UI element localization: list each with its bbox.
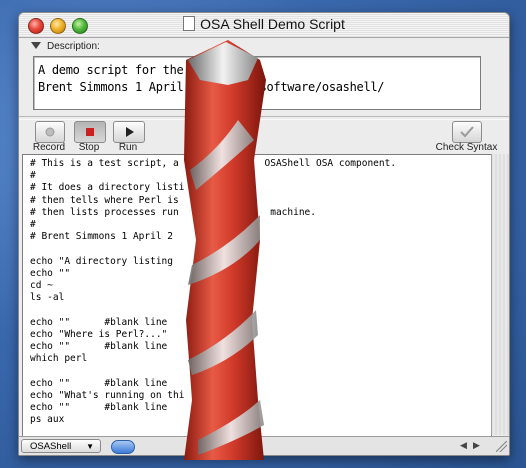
document-icon	[183, 16, 196, 31]
horizontal-scroll-thumb[interactable]	[111, 440, 135, 454]
scroll-right-icon[interactable]: ▶	[473, 440, 480, 451]
script-line: which perl	[30, 353, 88, 365]
script-line: echo "" #blank line	[30, 402, 168, 413]
script-line: cd ~	[30, 280, 53, 291]
check-syntax-label: Check Syntax	[435, 142, 498, 153]
script-line: ps aux	[30, 414, 65, 426]
script-line: #	[30, 219, 36, 230]
script-line: echo "Where is Perl?..."	[30, 328, 168, 340]
script-line: echo "" #blank line	[30, 341, 168, 352]
script-line: echo "A directory listing	[30, 255, 173, 267]
window-title: OSA Shell Demo Script	[19, 16, 509, 32]
check-syntax-button[interactable]	[452, 121, 482, 143]
scroll-left-icon[interactable]: ◀	[460, 440, 467, 451]
record-icon	[45, 127, 55, 137]
stop-label: Stop	[78, 142, 100, 153]
resize-grip-icon[interactable]	[496, 441, 507, 452]
script-line: # then tells where Perl is	[30, 194, 179, 206]
script-line: echo "What's running on thi	[30, 389, 185, 401]
script-line: echo "" #blank line	[30, 377, 168, 389]
window-titlebar[interactable]: OSA Shell Demo Script	[19, 13, 509, 38]
script-line: echo ""	[30, 267, 71, 279]
popup-arrow-icon: ▼	[86, 442, 94, 451]
stop-icon	[86, 128, 94, 136]
play-icon	[126, 127, 134, 137]
script-line: # Brent Simmons 1 April 2	[30, 231, 173, 243]
description-label: Description:	[47, 41, 100, 52]
language-popup[interactable]: OSAShell ▼	[21, 439, 101, 453]
window-title-text: OSA Shell Demo Script	[200, 16, 345, 32]
script-line: #	[30, 170, 36, 182]
description-disclosure[interactable]: Description:	[31, 41, 100, 52]
script-line: # It does a directory listi	[30, 182, 185, 194]
disclosure-triangle-icon[interactable]	[31, 42, 41, 49]
run-label: Run	[118, 142, 138, 153]
stop-button[interactable]	[74, 121, 106, 143]
checkmark-icon	[460, 126, 474, 138]
record-button[interactable]	[35, 121, 65, 143]
vertical-scrollbar[interactable]	[491, 154, 509, 435]
script-line: ls -al	[30, 292, 65, 304]
record-label: Record	[32, 142, 66, 153]
script-line: echo "" #blank line	[30, 316, 168, 328]
language-popup-value: OSAShell	[30, 441, 72, 452]
drill-bit-image	[184, 40, 266, 460]
run-button[interactable]	[113, 121, 145, 143]
